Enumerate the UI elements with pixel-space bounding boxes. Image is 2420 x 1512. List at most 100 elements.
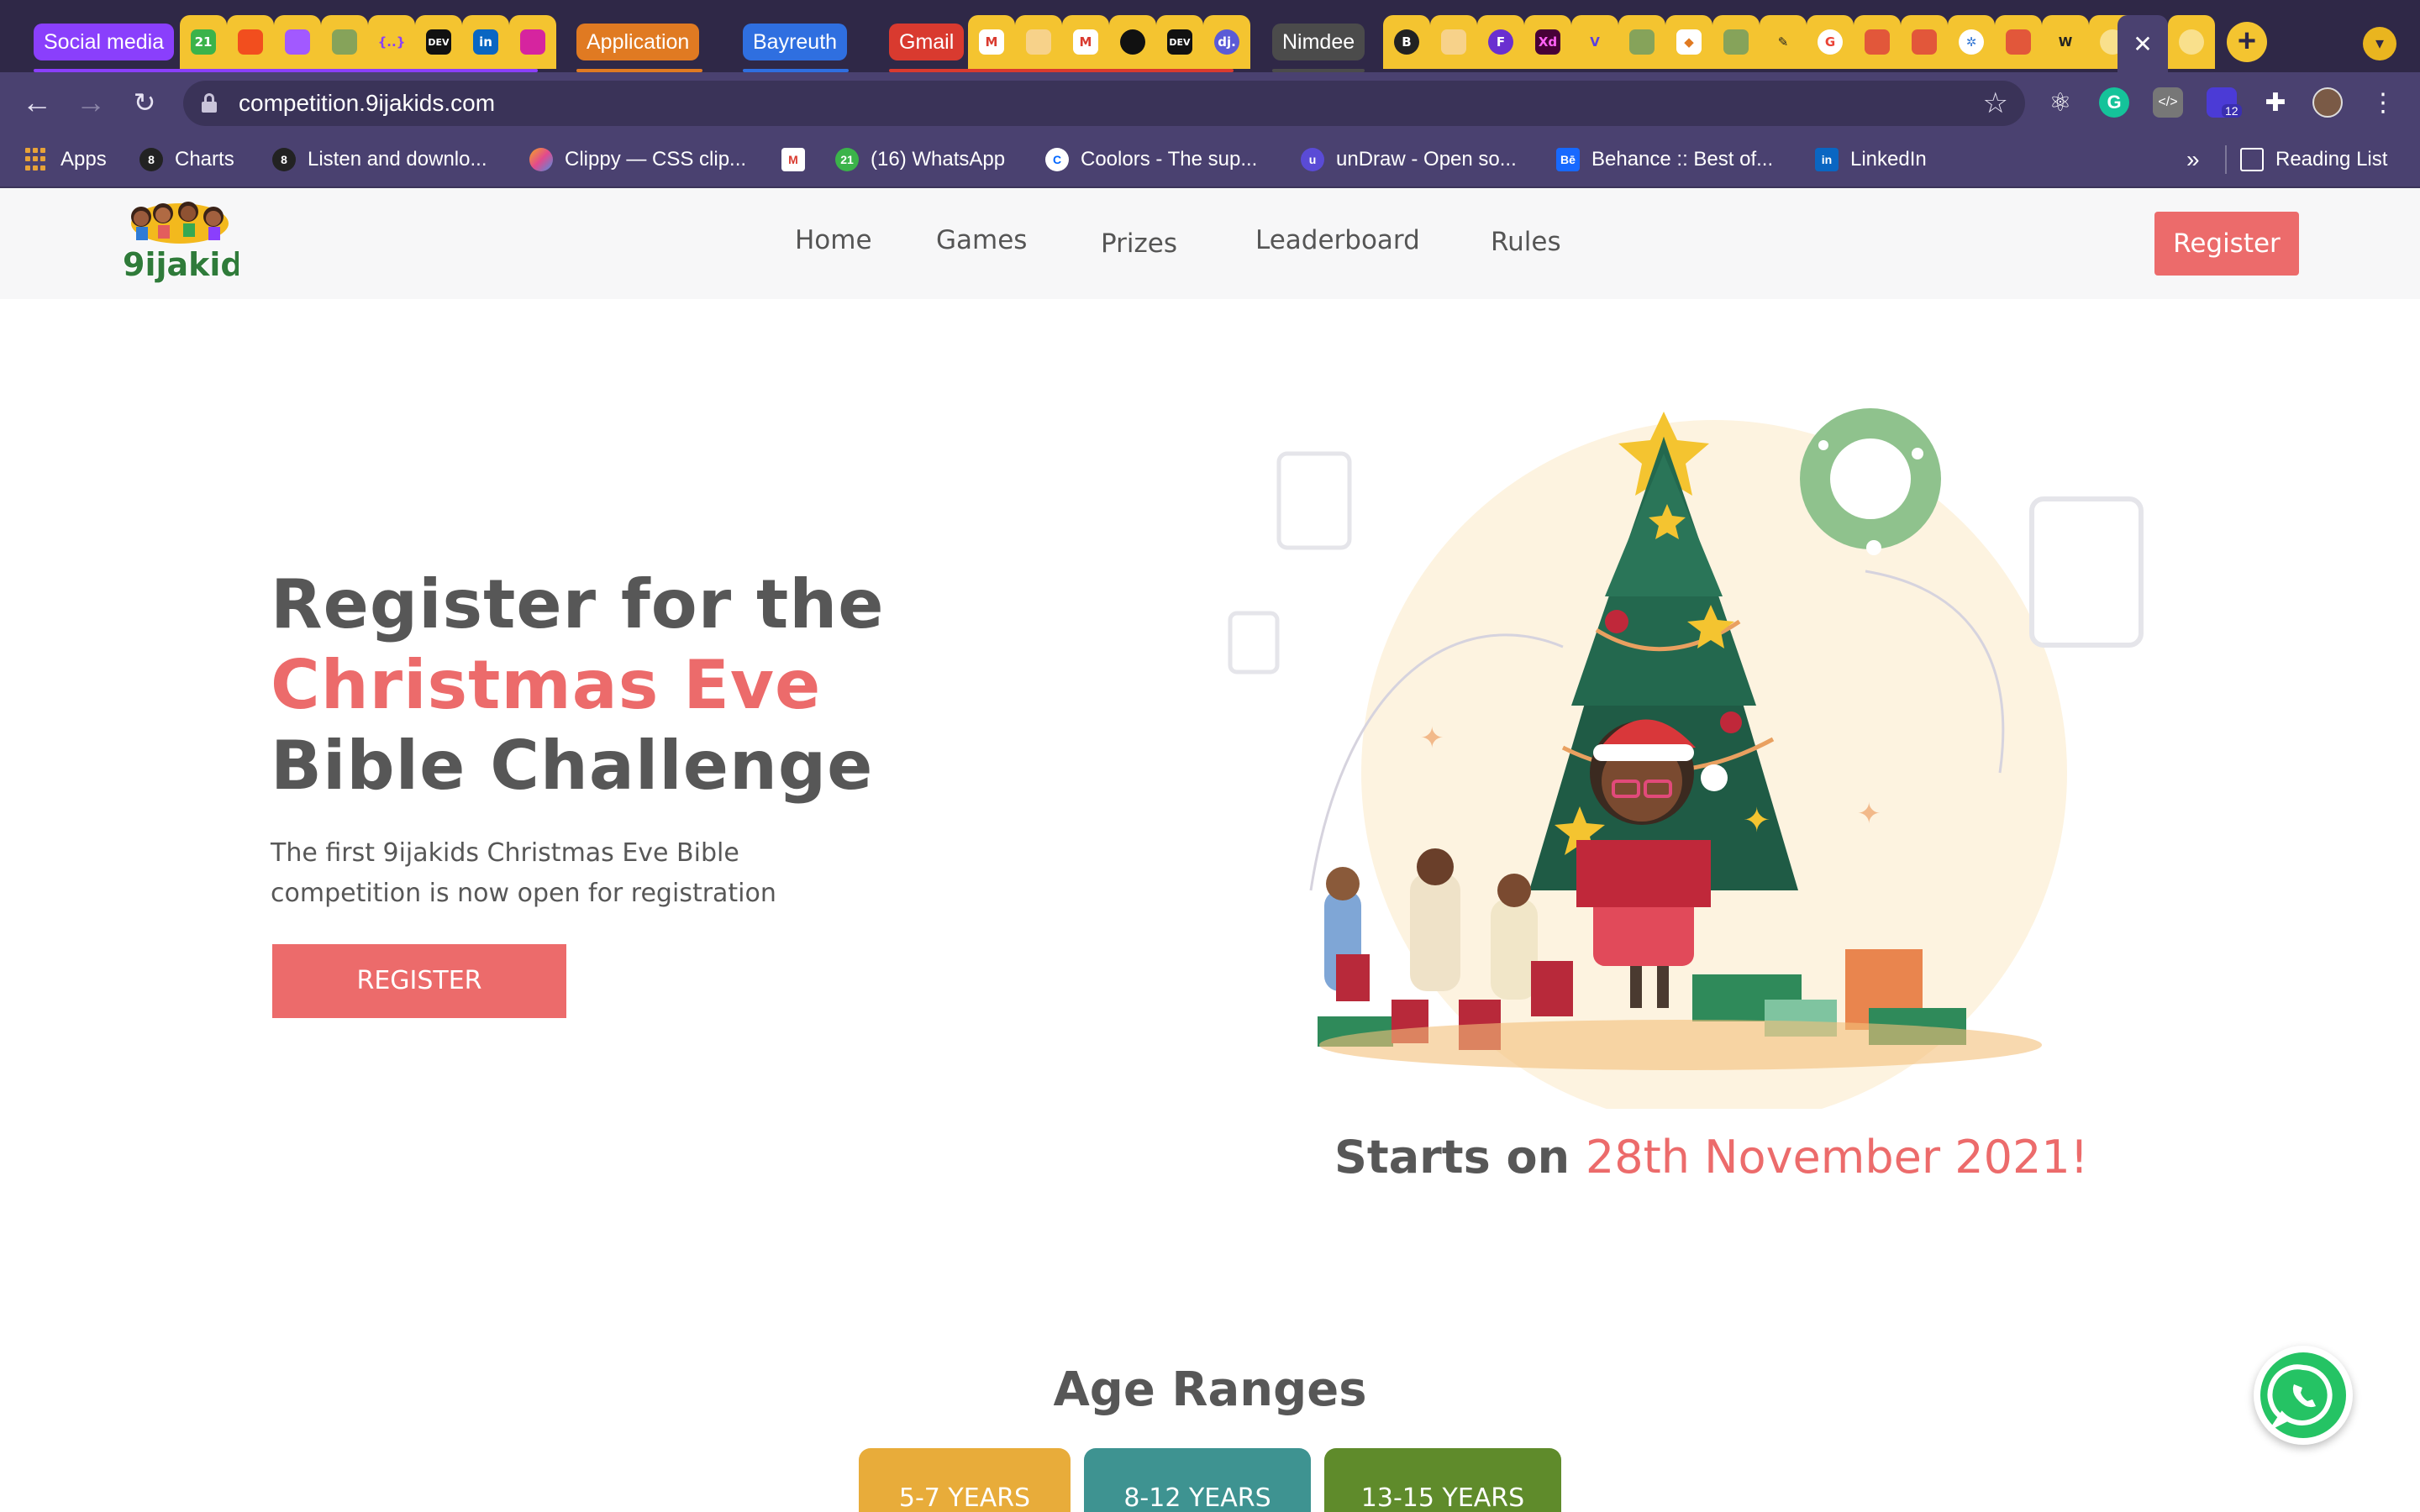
age-card-5-7[interactable]: 5-7 YEARS — [859, 1448, 1071, 1512]
react-extension-icon[interactable]: ⚛ — [2045, 87, 2075, 118]
whatsapp-icon — [2260, 1352, 2346, 1438]
reload-icon[interactable]: ↻ — [124, 82, 165, 123]
bookmark-star-icon[interactable]: ☆ — [1983, 87, 2008, 120]
forward-arrow-icon[interactable]: → — [71, 82, 111, 123]
active-tab-close-icon[interactable]: ✕ — [2118, 15, 2168, 72]
tab-extension-icon[interactable]: 12 — [2207, 87, 2242, 118]
undraw-icon: u — [1301, 148, 1324, 171]
tab-figma-icon[interactable] — [274, 15, 321, 69]
tab-image-icon[interactable] — [1618, 15, 1665, 69]
age-card-8-12[interactable]: 8-12 YEARS — [1084, 1448, 1311, 1512]
bookmark-gmail[interactable]: M — [781, 133, 817, 186]
url-text[interactable]: competition.9ijakids.com — [239, 81, 495, 126]
nav-games[interactable]: Games — [936, 225, 1027, 255]
tab-brackets-icon[interactable]: {..} — [368, 15, 415, 69]
starts-on-date: 28th November 2021! — [1585, 1131, 2089, 1184]
tab-circle-icon[interactable] — [2168, 15, 2215, 69]
tab-dev-icon[interactable]: DEV — [1156, 15, 1203, 69]
more-menu-icon[interactable]: ⋮ — [2368, 87, 2398, 118]
tab-group-gmail[interactable]: Gmail — [889, 24, 965, 60]
bookmarks-bar: Apps 8 Charts 8 Listen and downlo... Clipp… — [0, 133, 2420, 188]
browser-tabstrip: Social media 21 {..} DEV in Application … — [0, 0, 2420, 72]
nav-prizes[interactable]: Prizes — [1101, 228, 1177, 259]
tab-group-social-media[interactable]: Social media — [34, 24, 175, 60]
bookmark-listen[interactable]: 8 Listen and downlo... — [272, 133, 487, 186]
tab-group-application[interactable]: Application — [576, 24, 700, 60]
tab-pie-icon[interactable] — [1430, 15, 1477, 69]
tab-gmail-icon[interactable]: M — [1062, 15, 1109, 69]
logo-text: 9ijakids — [123, 246, 239, 283]
tab-b-icon[interactable]: B — [1383, 15, 1430, 69]
tab-u-icon[interactable] — [1901, 15, 1948, 69]
bookmark-apps[interactable]: Apps — [25, 133, 107, 186]
site-logo[interactable]: 9ijakids — [121, 198, 263, 286]
tab-group-nimdee[interactable]: Nimdee — [1272, 24, 1365, 60]
whatsapp-chat-button[interactable] — [2254, 1346, 2353, 1445]
extensions-puzzle-icon[interactable]: ✚ — [2260, 87, 2291, 118]
hero-register-button[interactable]: REGISTER — [272, 944, 566, 1018]
tab-dj-icon[interactable]: dj. — [1203, 15, 1250, 69]
site-header: 9ijakids Home Games Prizes Leaderboard R… — [0, 188, 2420, 299]
tab-instagram-icon[interactable] — [509, 15, 556, 69]
tab-linkedin-icon[interactable]: in — [462, 15, 509, 69]
dots-icon — [529, 148, 553, 171]
tab-diamond-icon[interactable]: ◆ — [1665, 15, 1712, 69]
hero-title-line: Bible Challenge — [271, 727, 874, 805]
tab-xd-icon[interactable]: Xd — [1524, 15, 1571, 69]
tab-u-icon[interactable] — [1995, 15, 2042, 69]
tab-github-icon[interactable] — [1109, 15, 1156, 69]
tab-pen-icon[interactable]: ✎ — [1760, 15, 1807, 69]
code-extension-icon[interactable]: </> — [2153, 87, 2183, 118]
tab-google-icon[interactable]: G — [1807, 15, 1854, 69]
nav-leaderboard[interactable]: Leaderboard — [1255, 225, 1420, 255]
tab-image-icon[interactable] — [321, 15, 368, 69]
tab-gear-icon[interactable]: ✲ — [1948, 15, 1995, 69]
bookmark-divider — [2225, 145, 2227, 174]
age-card-13-15[interactable]: 13-15 YEARS — [1324, 1448, 1561, 1512]
bookmark-clippy[interactable]: Clippy — CSS clip... — [529, 133, 746, 186]
nav-rules[interactable]: Rules — [1491, 227, 1561, 257]
hero-title: Register for the Christmas Eve Bible Cha… — [271, 564, 885, 806]
bookmarks-overflow-button[interactable]: » — [2186, 133, 2200, 186]
reading-list-button[interactable]: Reading List — [2240, 133, 2387, 186]
whatsapp-icon: 21 — [835, 148, 859, 171]
extension-badge: 12 — [2222, 104, 2242, 118]
reading-list-icon — [2240, 148, 2264, 171]
tab-gmail-icon[interactable]: M — [968, 15, 1015, 69]
tab-f-icon[interactable]: F — [1477, 15, 1524, 69]
grammarly-extension-icon[interactable]: G — [2099, 87, 2129, 118]
hero-title-line: Register for the — [271, 565, 885, 643]
back-arrow-icon[interactable]: ← — [17, 82, 57, 123]
nav-home[interactable]: Home — [795, 225, 872, 255]
apps-grid-icon — [25, 148, 49, 171]
bookmark-undraw[interactable]: u unDraw - Open so... — [1301, 133, 1517, 186]
age-ranges-title: Age Ranges — [1053, 1362, 1367, 1417]
bookmark-linkedin[interactable]: in LinkedIn — [1815, 133, 1927, 186]
svg-text:✦: ✦ — [1857, 797, 1881, 831]
hero-title-accent: Christmas Eve — [271, 646, 822, 724]
bookmark-behance[interactable]: Bē Behance :: Best of... — [1556, 133, 1773, 186]
8-icon: 8 — [272, 148, 296, 171]
tab-figma-icon[interactable] — [227, 15, 274, 69]
8-icon: 8 — [139, 148, 163, 171]
new-tab-button[interactable]: + — [2227, 22, 2267, 62]
tab-w-icon[interactable]: W — [2042, 15, 2089, 69]
tab-u-icon[interactable] — [1854, 15, 1901, 69]
tab-search-chevron-icon[interactable]: ▾ — [2363, 27, 2396, 60]
tab-dev-icon[interactable]: DEV — [415, 15, 462, 69]
bookmark-whatsapp[interactable]: 21 (16) WhatsApp — [835, 133, 1005, 186]
bookmark-charts[interactable]: 8 Charts — [139, 133, 234, 186]
address-bar[interactable]: competition.9ijakids.com ☆ — [183, 81, 2025, 126]
tab-v-icon[interactable]: V — [1571, 15, 1618, 69]
logo-icon: 9ijakids — [122, 202, 263, 284]
profile-avatar[interactable] — [2312, 87, 2343, 118]
linkedin-icon: in — [1815, 148, 1839, 171]
tab-group-bayreuth[interactable]: Bayreuth — [743, 24, 848, 60]
christmas-illustration: ✦ ✦ ✦ — [1210, 353, 2168, 1126]
tab-pie-icon[interactable] — [1015, 15, 1062, 69]
tab-21-icon[interactable]: 21 — [180, 15, 227, 69]
header-register-button[interactable]: Register — [2154, 212, 2299, 276]
behance-icon: Bē — [1556, 148, 1580, 171]
tab-image-icon[interactable] — [1712, 15, 1760, 69]
bookmark-coolors[interactable]: C Coolors - The sup... — [1045, 133, 1257, 186]
